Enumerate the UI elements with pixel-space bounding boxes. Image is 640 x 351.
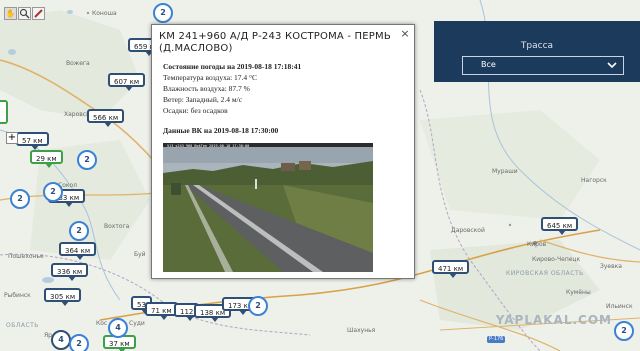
marker-cluster[interactable]: 2 (77, 150, 97, 170)
precipitation-value: Осадки: без осадков (163, 106, 228, 115)
place-label: Суди (129, 320, 145, 327)
temperature-value: Температура воздуха: 17.4 °C (163, 73, 258, 82)
zoom-tool-icon[interactable] (18, 7, 31, 20)
place-label: Зуевка (600, 263, 622, 270)
watermark: YAPLAKAL.COM (495, 313, 612, 327)
route-select[interactable]: Все (462, 56, 624, 75)
hand-tool-icon[interactable]: ✋ (4, 7, 17, 20)
marker-cluster[interactable]: 2 (43, 182, 63, 202)
km-marker[interactable]: 364 км (59, 242, 97, 260)
place-label: Ильинск (606, 303, 633, 310)
km-marker[interactable]: 645 км (541, 217, 579, 235)
place-label: Даровской (451, 227, 485, 234)
place-label: Шахунья (347, 327, 376, 334)
marker-cluster[interactable]: 2 (614, 321, 634, 341)
km-marker[interactable]: 471 км (432, 260, 470, 278)
place-label: Кумёны (566, 289, 591, 296)
km-marker[interactable]: 57 км (16, 132, 49, 150)
marker-cluster[interactable]: 2 (153, 3, 173, 23)
km-marker[interactable]: 336 км (51, 263, 89, 281)
place-label: Кирово-Чепецк (532, 256, 581, 263)
marker-cluster[interactable]: 2 (69, 334, 89, 351)
marker-cluster[interactable]: 4 (108, 318, 128, 338)
place-label: Буй (134, 251, 146, 258)
km-marker[interactable]: 566 км (87, 109, 125, 127)
marker-cluster[interactable]: 4 (51, 330, 71, 350)
popup-title: КМ 241+960 А/Д Р-243 КОСТРОМА - ПЕРМЬ (Д… (159, 31, 391, 54)
km-marker[interactable]: 305 км (44, 288, 82, 306)
region-label: ОБЛАСТЬ (6, 322, 39, 329)
camera-timestamp: 513_s243_960_BokTee 2019-08-18 17:30:00 (167, 144, 250, 148)
route-filter-title: Трасса (520, 41, 554, 51)
weather-heading: Состояние погоды на 2019-08-18 17:18:41 (163, 62, 302, 71)
place-label: Мураши (492, 168, 518, 175)
place-label: Киров (527, 241, 547, 248)
ruler-tool-icon[interactable] (32, 7, 45, 20)
close-icon[interactable]: × (399, 28, 411, 40)
km-marker[interactable]: 71 км (145, 302, 178, 320)
marker-cluster[interactable]: 2 (69, 221, 89, 241)
road-camera-image (163, 143, 373, 272)
place-label: Рыбинск (4, 292, 31, 299)
place-label: Коноша (92, 10, 117, 17)
zoom-in-button[interactable]: + (6, 132, 18, 144)
place-label: Вожега (66, 60, 90, 67)
place-label: Кос (96, 320, 108, 327)
camera-heading: Данные ВК на 2019-08-18 17:30:00 (163, 126, 279, 135)
place-label: Нагорск (581, 177, 607, 184)
km-marker[interactable]: 29 км (30, 150, 63, 168)
route-filter-panel: Трасса Все (434, 21, 640, 82)
station-popup: × КМ 241+960 А/Д Р-243 КОСТРОМА - ПЕРМЬ … (151, 24, 415, 279)
km-marker-partial[interactable] (0, 100, 8, 124)
place-label: Харовск (64, 111, 90, 118)
marker-cluster[interactable]: 2 (10, 189, 30, 209)
wind-value: Ветер: Западный, 2.4 м/с (163, 95, 243, 104)
route-select-value: Все (481, 60, 496, 69)
km-marker[interactable]: 607 км (108, 73, 146, 91)
humidity-value: Влажность воздуха: 87.7 % (163, 84, 250, 93)
road-badge: Р-176 (487, 336, 506, 343)
place-label: Пошехонье (8, 253, 44, 260)
chevron-down-icon (607, 62, 617, 69)
map-toolbar: ✋ (4, 7, 45, 20)
marker-cluster[interactable]: 2 (248, 296, 268, 316)
place-label: Вохтога (104, 223, 130, 230)
camera-snapshot[interactable]: 513_s243_960_BokTee 2019-08-18 17:30:00 (163, 143, 373, 272)
region-label: КИРОВСКАЯ ОБЛАСТЬ (506, 270, 584, 277)
